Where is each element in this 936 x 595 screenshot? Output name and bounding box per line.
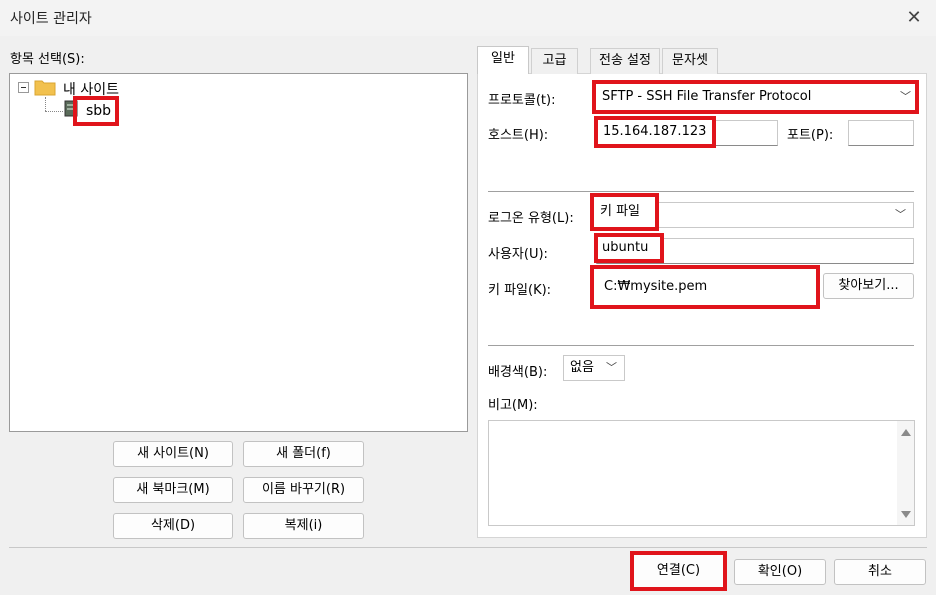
user-value-highlight[interactable]: ubuntu (594, 233, 664, 263)
window-title: 사이트 관리자 (10, 11, 92, 27)
port-input[interactable] (848, 120, 914, 146)
host-label: 호스트(H): (488, 128, 549, 143)
folder-icon (34, 80, 56, 96)
scroll-down-icon[interactable] (901, 511, 911, 518)
tree-site-sbb[interactable]: sbb (73, 96, 119, 126)
new-site-button[interactable]: 새 사이트(N) (113, 441, 233, 467)
port-label: 포트(P): (787, 128, 834, 143)
chevron-down-icon: ﹀ (900, 90, 911, 103)
duplicate-button[interactable]: 복제(i) (243, 513, 364, 539)
browse-button[interactable]: 찾아보기... (823, 273, 914, 299)
cancel-button[interactable]: 취소 (834, 559, 926, 585)
bgcolor-value: 없음 (570, 360, 594, 375)
tab-transfer-settings[interactable]: 전송 설정 (590, 48, 660, 74)
scroll-up-icon[interactable] (901, 429, 911, 436)
chevron-down-icon: ﹀ (895, 208, 906, 221)
keyfile-label: 키 파일(K): (488, 283, 552, 298)
rename-button[interactable]: 이름 바꾸기(R) (243, 477, 364, 503)
tree-line (45, 97, 46, 111)
user-label: 사용자(U): (488, 247, 548, 262)
protocol-select[interactable]: SFTP - SSH File Transfer Protocol ﹀ (592, 80, 919, 114)
delete-button[interactable]: 삭제(D) (113, 513, 233, 539)
logon-type-value[interactable]: 키 파일 (590, 193, 659, 231)
select-entry-label: 항목 선택(S): (10, 52, 85, 67)
protocol-value: SFTP - SSH File Transfer Protocol (602, 89, 812, 104)
logon-type-label: 로그온 유형(L): (488, 211, 574, 226)
collapse-icon[interactable] (18, 82, 29, 93)
tab-advanced[interactable]: 고급 (531, 48, 578, 74)
tab-general[interactable]: 일반 (477, 46, 529, 74)
chevron-down-icon: ﹀ (606, 361, 617, 374)
close-icon[interactable]: ✕ (903, 8, 925, 30)
bgcolor-select[interactable]: 없음 ﹀ (563, 355, 625, 381)
keyfile-input[interactable]: C:₩mysite.pem (590, 265, 820, 309)
title-bar (0, 0, 936, 36)
tree-line (45, 111, 63, 112)
separator (488, 191, 914, 192)
scrollbar[interactable] (897, 421, 914, 525)
ok-button[interactable]: 확인(O) (734, 559, 826, 585)
new-folder-button[interactable]: 새 폴더(f) (243, 441, 364, 467)
separator (488, 345, 914, 346)
comments-textarea[interactable] (488, 420, 915, 526)
protocol-label: 프로토콜(t): (488, 93, 556, 108)
tab-charset[interactable]: 문자셋 (662, 48, 718, 74)
bgcolor-label: 배경색(B): (488, 365, 548, 380)
connect-button[interactable]: 연결(C) (630, 551, 727, 591)
comments-label: 비고(M): (488, 398, 538, 413)
host-value-highlight[interactable]: 15.164.187.123 (594, 116, 716, 148)
footer-separator (9, 547, 927, 548)
site-tree[interactable] (9, 73, 468, 432)
new-bookmark-button[interactable]: 새 북마크(M) (113, 477, 233, 503)
